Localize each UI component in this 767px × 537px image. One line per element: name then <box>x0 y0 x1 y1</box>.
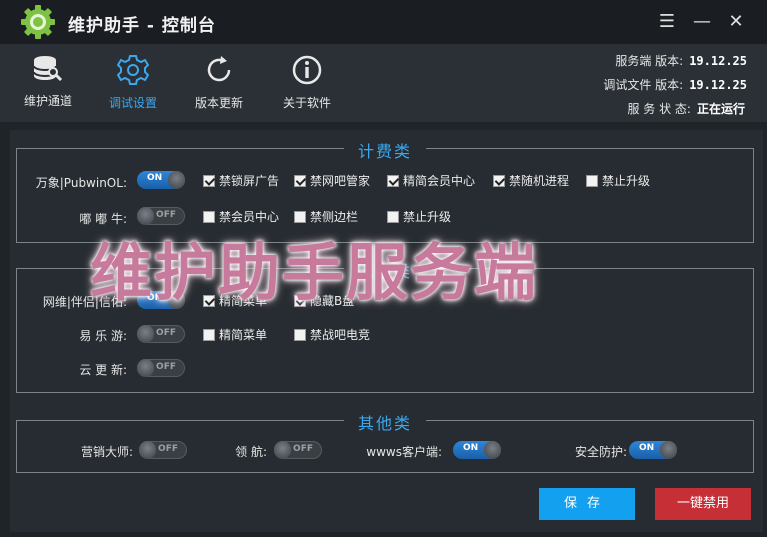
tab-debug-settings[interactable]: 调试设置 <box>93 54 173 114</box>
close-button[interactable]: ✕ <box>724 10 748 34</box>
checkbox-random-process[interactable]: 禁随机进程 <box>493 172 569 189</box>
tab-version-update[interactable]: 版本更新 <box>179 54 259 114</box>
database-wrench-icon <box>33 56 63 82</box>
settings-panel: 计费类 万象|PubwinOL: ON 禁锁屏广告 禁网吧管家 精简会员中心 禁… <box>10 130 763 532</box>
toggle-security[interactable]: ON <box>629 441 677 459</box>
tab-about[interactable]: 关于软件 <box>267 54 347 114</box>
refresh-icon <box>207 56 231 82</box>
row-label: wwws客户端: <box>366 445 442 459</box>
checkbox-no-upgrade[interactable]: 禁止升级 <box>586 172 650 189</box>
disable-all-button[interactable]: 一键禁用 <box>655 488 751 520</box>
row-label: 云 更 新: <box>79 363 127 377</box>
checkbox-sidebar[interactable]: 禁侧边栏 <box>294 208 358 225</box>
row-label: 网维|伴侣|信佑: <box>42 295 127 309</box>
toggle-wanxiang[interactable]: ON <box>137 171 185 189</box>
save-button[interactable]: 保存 <box>539 488 635 520</box>
window-title: 维护助手 - 控制台 <box>68 16 216 36</box>
minimize-button[interactable]: — <box>690 10 714 34</box>
service-status: 服 务 状 态: 正在运行 <box>627 102 745 116</box>
group-title: 无盘类 <box>343 258 427 282</box>
row-label: 万象|PubwinOL: <box>35 176 127 190</box>
title-bar: 维护助手 - 控制台 ☰ — ✕ <box>0 0 767 44</box>
checkbox-lite-menu[interactable]: 精简菜单 <box>203 292 267 309</box>
checkbox-lockscreen-ads[interactable]: 禁锁屏广告 <box>203 172 279 189</box>
row-label: 领 航: <box>235 445 267 459</box>
debug-file-version: 调试文件 版本: 19.12.25 <box>603 78 747 92</box>
tab-label: 版本更新 <box>194 96 243 110</box>
tab-label: 调试设置 <box>108 96 157 110</box>
row-label: 营销大师: <box>80 445 133 459</box>
diskless-group: 无盘类 网维|伴侣|信佑: ON 精简菜单 隐藏B盘 易 乐 游: OFF 精简… <box>16 258 754 393</box>
row-label: 易 乐 游: <box>79 329 127 343</box>
toggle-yileyou[interactable]: OFF <box>137 325 185 343</box>
toggle-marketing-master[interactable]: OFF <box>139 441 187 459</box>
toolbar: 维护通道 调试设置 版本更新 关于软件 服务端 版本: 19.12.25 调试文件… <box>0 44 767 122</box>
row-label: 嘟 嘟 牛: <box>79 212 127 226</box>
billing-group: 计费类 万象|PubwinOL: ON 禁锁屏广告 禁网吧管家 精简会员中心 禁… <box>16 138 754 243</box>
other-group: 其他类 营销大师: OFF 领 航: OFF wwws客户端: ON 安全防护:… <box>16 410 754 473</box>
toggle-wangwei[interactable]: ON <box>137 291 185 309</box>
group-title: 计费类 <box>343 138 427 162</box>
gear-logo-icon <box>21 5 55 39</box>
toggle-cloud-update[interactable]: OFF <box>137 359 185 377</box>
tab-label: 维护通道 <box>23 94 72 108</box>
toggle-navigator[interactable]: OFF <box>274 441 322 459</box>
gear-icon <box>117 55 149 85</box>
tab-maintenance-channel[interactable]: 维护通道 <box>8 54 88 114</box>
checkbox-hide-b-drive[interactable]: 隐藏B盘 <box>294 292 354 309</box>
checkbox-zhanba-esports[interactable]: 禁战吧电竞 <box>294 326 370 343</box>
checkbox-lite-menu[interactable]: 精简菜单 <box>203 326 267 343</box>
checkbox-lite-member-center[interactable]: 精简会员中心 <box>387 172 475 189</box>
row-label: 安全防护: <box>574 445 627 459</box>
menu-icon[interactable]: ☰ <box>655 10 679 34</box>
checkbox-netbar-manager[interactable]: 禁网吧管家 <box>294 172 370 189</box>
group-title: 其他类 <box>343 410 427 434</box>
toggle-wwws-client[interactable]: ON <box>453 441 501 459</box>
info-icon <box>292 55 322 85</box>
checkbox-member-center[interactable]: 禁会员中心 <box>203 208 279 225</box>
tab-label: 关于软件 <box>282 96 331 110</box>
toggle-duduniu[interactable]: OFF <box>137 207 185 225</box>
checkbox-no-upgrade[interactable]: 禁止升级 <box>387 208 451 225</box>
server-version: 服务端 版本: 19.12.25 <box>615 54 747 68</box>
